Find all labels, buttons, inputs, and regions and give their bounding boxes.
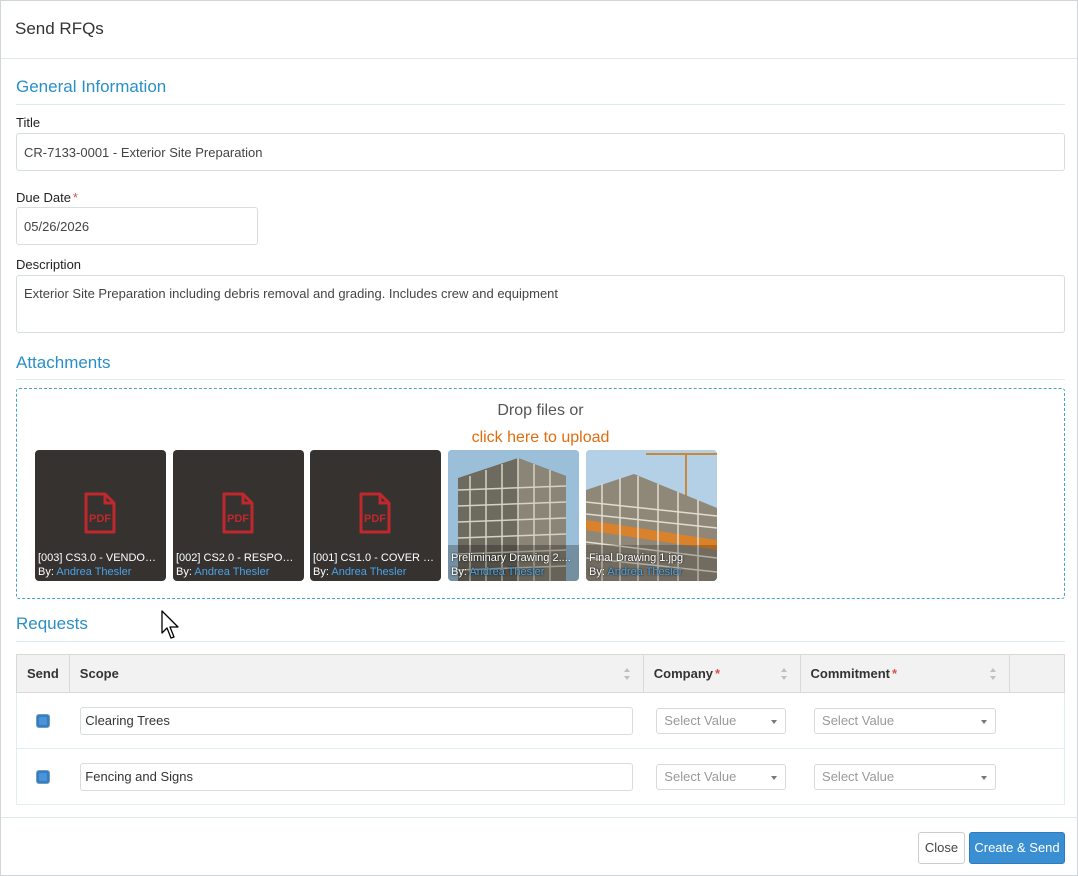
column-header-company-label: Company: [653, 666, 714, 681]
column-header-scope[interactable]: Scope: [68, 654, 644, 693]
sort-icon[interactable]: [623, 667, 631, 681]
table-header-row: Send Scope Company * Commitment *: [16, 654, 1065, 693]
company-select[interactable]: Select Value: [656, 707, 787, 734]
required-marker: *: [715, 666, 721, 681]
attachment-thumbnail[interactable]: PDF [003] CS3.0 - VENDOR... By: Andrea T…: [35, 450, 166, 581]
attachment-author: By: Andrea Thesler: [313, 566, 406, 578]
pdf-label: PDF: [364, 513, 386, 525]
attachments-heading: Attachments: [16, 353, 111, 372]
close-button[interactable]: Close: [918, 832, 965, 864]
description-label: Description: [16, 257, 82, 272]
company-cell: Select Value: [643, 692, 801, 749]
author-link[interactable]: Andrea Thesler: [331, 566, 406, 578]
author-link[interactable]: Andrea Thesler: [607, 566, 682, 578]
caret-down-icon: [771, 775, 778, 780]
commitment-select-value: Select Value: [822, 768, 895, 784]
attachment-thumbnail[interactable]: PDF [001] CS1.0 - COVER SH... By: Andrea…: [310, 450, 441, 581]
table-row: Fencing and Signs Select Value Select Va…: [16, 748, 1065, 805]
title-input[interactable]: [16, 133, 1065, 171]
company-select[interactable]: Select Value: [656, 763, 787, 790]
requests-heading: Requests: [16, 614, 88, 633]
by-prefix: By:: [176, 566, 192, 578]
company-cell: Select Value: [643, 748, 801, 805]
commitment-cell: Select Value: [800, 748, 1010, 805]
empty-cell: [1009, 748, 1065, 805]
attachment-name: [002] CS2.0 - RESPONS...: [176, 552, 298, 564]
attachment-author: By: Andrea Thesler: [176, 566, 269, 578]
required-marker: *: [891, 666, 898, 681]
due-date-input[interactable]: [16, 207, 258, 245]
due-date-label-text: Due Date: [16, 190, 71, 205]
commitment-select-value: Select Value: [822, 712, 895, 728]
commitment-select[interactable]: Select Value: [814, 763, 997, 790]
company-select-value: Select Value: [664, 768, 737, 784]
modal-title: Send RFQs: [15, 19, 104, 38]
scope-cell: Fencing and Signs: [69, 748, 644, 805]
commitment-select[interactable]: Select Value: [814, 707, 997, 734]
column-header-empty: [1009, 654, 1065, 693]
by-prefix: By:: [451, 566, 467, 578]
drop-files-text: Drop files or: [497, 402, 584, 419]
scope-input[interactable]: Clearing Trees: [80, 706, 634, 735]
attachment-author: By: Andrea Thesler: [589, 566, 682, 578]
mouse-cursor-icon: [161, 610, 179, 639]
section-divider: [16, 379, 1065, 380]
attachment-name: [003] CS3.0 - VENDOR...: [38, 552, 160, 564]
description-textarea[interactable]: Exterior Site Preparation including debr…: [16, 275, 1065, 333]
due-date-label: Due Date *: [16, 190, 78, 205]
column-header-commitment-label: Commitment: [810, 666, 890, 681]
section-divider: [16, 641, 1065, 642]
pdf-label: PDF: [227, 513, 249, 525]
author-link[interactable]: Andrea Thesler: [194, 566, 269, 578]
attachment-author: By: Andrea Thesler: [451, 566, 544, 578]
general-information-heading: General Information: [16, 77, 167, 96]
send-checkbox[interactable]: [36, 713, 50, 728]
scope-cell: Clearing Trees: [69, 692, 644, 749]
column-header-send: Send: [16, 654, 70, 693]
caret-down-icon: [771, 719, 778, 724]
file-dropzone[interactable]: Drop files or click here to upload PDF […: [16, 388, 1065, 599]
by-prefix: By:: [589, 566, 605, 578]
sort-icon[interactable]: [780, 667, 788, 681]
attachment-thumbnail[interactable]: Final Drawing 1.jpg By: Andrea Thesler: [586, 450, 717, 581]
pdf-icon: PDF: [359, 492, 391, 534]
table-row: Clearing Trees Select Value Select Value: [16, 692, 1065, 749]
author-link[interactable]: Andrea Thesler: [56, 566, 131, 578]
by-prefix: By:: [38, 566, 54, 578]
send-rfqs-modal: Send RFQs General Information Title Due …: [0, 0, 1078, 876]
caret-down-icon: [981, 775, 988, 780]
requests-table: Send Scope Company * Commitment * Clearing…: [16, 654, 1065, 805]
commitment-cell: Select Value: [800, 692, 1010, 749]
pdf-icon: PDF: [84, 492, 116, 534]
pdf-label: PDF: [89, 513, 111, 525]
by-prefix: By:: [313, 566, 329, 578]
send-cell: [16, 692, 70, 749]
attachment-name: Preliminary Drawing 2....: [451, 552, 571, 564]
caret-down-icon: [981, 719, 988, 724]
attachment-name: [001] CS1.0 - COVER SH...: [313, 552, 435, 564]
create-and-send-button[interactable]: Create & Send: [969, 832, 1065, 864]
pdf-icon: PDF: [222, 492, 254, 534]
attachment-author: By: Andrea Thesler: [38, 566, 131, 578]
section-divider: [16, 104, 1065, 105]
modal-header: Send RFQs: [1, 1, 1077, 59]
upload-link[interactable]: click here to upload: [17, 429, 1064, 447]
empty-cell: [1009, 692, 1065, 749]
required-marker: *: [72, 190, 78, 205]
column-header-scope-label: Scope: [79, 666, 119, 681]
send-cell: [16, 748, 70, 805]
column-header-commitment[interactable]: Commitment *: [799, 654, 1011, 693]
attachment-thumbnail[interactable]: PDF [002] CS2.0 - RESPONS... By: Andrea …: [173, 450, 304, 581]
sort-icon[interactable]: [989, 667, 997, 681]
attachment-thumbnail[interactable]: Preliminary Drawing 2.... By: Andrea The…: [448, 450, 579, 581]
author-link[interactable]: Andrea Thesler: [469, 566, 544, 578]
scope-input[interactable]: Fencing and Signs: [80, 762, 634, 791]
title-label: Title: [16, 115, 41, 130]
attachment-name: Final Drawing 1.jpg: [589, 552, 684, 564]
footer-divider: [1, 817, 1078, 818]
column-header-company[interactable]: Company *: [642, 654, 801, 693]
company-select-value: Select Value: [664, 712, 737, 728]
send-checkbox[interactable]: [36, 769, 50, 784]
